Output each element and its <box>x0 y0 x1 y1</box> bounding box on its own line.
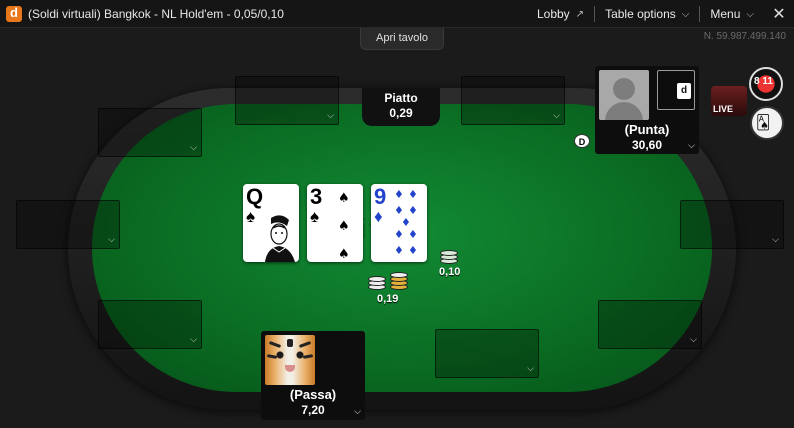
player-action: (Punta) <box>624 122 670 137</box>
svg-text:♦: ♦ <box>408 244 418 257</box>
board-card: 9 ♦ ♦ ♦ ♦ ♦ ♦ ♦ ♦ ♦ ♦ <box>371 184 427 262</box>
svg-text:♠: ♠ <box>338 219 350 234</box>
roulette-icon[interactable]: 8 11 <box>749 67 783 101</box>
menu-label: Menu <box>710 7 741 21</box>
chevron-down-icon: ⌵ <box>354 406 361 416</box>
chevron-down-icon: ⌵ <box>690 334 697 344</box>
live-casino-icon[interactable]: LIVE <box>711 86 747 116</box>
player-stack: 30,60 <box>631 138 663 152</box>
empty-seat[interactable]: ⌵ <box>98 108 202 157</box>
board-card: 3 ♠ ♠ ♠ ♠ <box>307 184 363 262</box>
title-bar: (Soldi virtuali) Bangkok - NL Hold'em - … <box>0 0 794 28</box>
empty-seat[interactable]: ⌵ <box>461 76 565 125</box>
chevron-down-icon: ⌵ <box>553 110 560 120</box>
title-bar-controls: Lobby ↗ Table options ⌵ Menu ⌵ ✕ <box>527 0 794 28</box>
table-id: N. 59.987.499.140 <box>703 31 786 42</box>
queen-face-icon <box>265 215 295 262</box>
bet-chips <box>440 250 460 264</box>
chevron-down-icon: ⌵ <box>746 8 754 20</box>
diamond-pips-icon: ♦ ♦ ♦ ♦ ♦ ♦ ♦ ♦ ♦ <box>394 188 418 257</box>
pot-value: 0,29 <box>389 106 413 120</box>
player-action: (Passa) <box>289 387 337 402</box>
live-label: LIVE <box>713 104 734 114</box>
svg-text:♦: ♦ <box>394 244 404 257</box>
close-icon[interactable]: ✕ <box>764 4 794 24</box>
chevron-down-icon: ⌵ <box>327 110 334 120</box>
svg-text:♦: ♦ <box>408 188 418 201</box>
chevron-down-icon: ⌵ <box>190 334 197 344</box>
blackjack-icon[interactable]: 🂡 <box>750 106 784 140</box>
chevron-down-icon: ⌵ <box>190 142 197 152</box>
empty-seat[interactable]: ⌵ <box>598 300 702 349</box>
svg-text:♦: ♦ <box>408 228 418 241</box>
svg-text:♠: ♠ <box>338 191 350 206</box>
empty-seat[interactable]: ⌵ <box>16 200 120 249</box>
empty-seat[interactable]: ⌵ <box>235 76 339 125</box>
spade-pips-icon: ♠ ♠ ♠ <box>338 191 350 262</box>
pot-display: Piatto 0,29 <box>362 88 440 126</box>
empty-seat[interactable]: ⌵ <box>435 329 539 378</box>
empty-seat[interactable]: ⌵ <box>680 200 784 249</box>
board-card: Q ♠ <box>243 184 299 262</box>
player-seat-top-right[interactable]: d (Punta) 30,60 ⌵ <box>595 66 699 154</box>
external-link-icon: ↗ <box>575 8 585 20</box>
chevron-down-icon: ⌵ <box>108 234 115 244</box>
roulette-label: 8 11 <box>754 76 773 87</box>
avatar <box>265 335 315 385</box>
svg-text:♠: ♠ <box>338 247 350 262</box>
chevron-down-icon: ⌵ <box>688 140 695 150</box>
table-options-button[interactable]: Table options ⌵ <box>595 5 699 23</box>
bet-amount: 0,10 <box>439 266 461 278</box>
lobby-button[interactable]: Lobby ↗ <box>527 5 594 23</box>
window-title: (Soldi virtuali) Bangkok - NL Hold'em - … <box>28 6 284 21</box>
app-logo-icon <box>6 5 22 22</box>
table-options-label: Table options <box>605 7 676 21</box>
cards-icon: 🂡 <box>756 114 771 130</box>
chevron-down-icon: ⌵ <box>681 8 690 20</box>
notes-icon: d <box>677 83 691 99</box>
open-table-button[interactable]: Apri tavolo <box>360 28 444 50</box>
player-notes-button[interactable]: d <box>657 70 695 110</box>
pot-label: Piatto <box>384 91 418 105</box>
chevron-down-icon: ⌵ <box>527 363 534 373</box>
lobby-label: Lobby <box>536 7 570 21</box>
menu-button[interactable]: Menu ⌵ <box>700 5 764 23</box>
player-stack: 7,20 <box>301 403 325 417</box>
chevron-down-icon: ⌵ <box>772 234 779 244</box>
dealer-button: D <box>574 134 590 148</box>
svg-text:♦: ♦ <box>394 228 404 241</box>
empty-seat[interactable]: ⌵ <box>98 300 202 349</box>
player-seat-bottom[interactable]: (Passa) 7,20 ⌵ <box>261 331 365 420</box>
svg-text:♦: ♦ <box>394 188 404 201</box>
bet-amount: 0,19 <box>377 293 399 305</box>
bet-chips <box>368 272 412 292</box>
avatar <box>599 70 649 120</box>
